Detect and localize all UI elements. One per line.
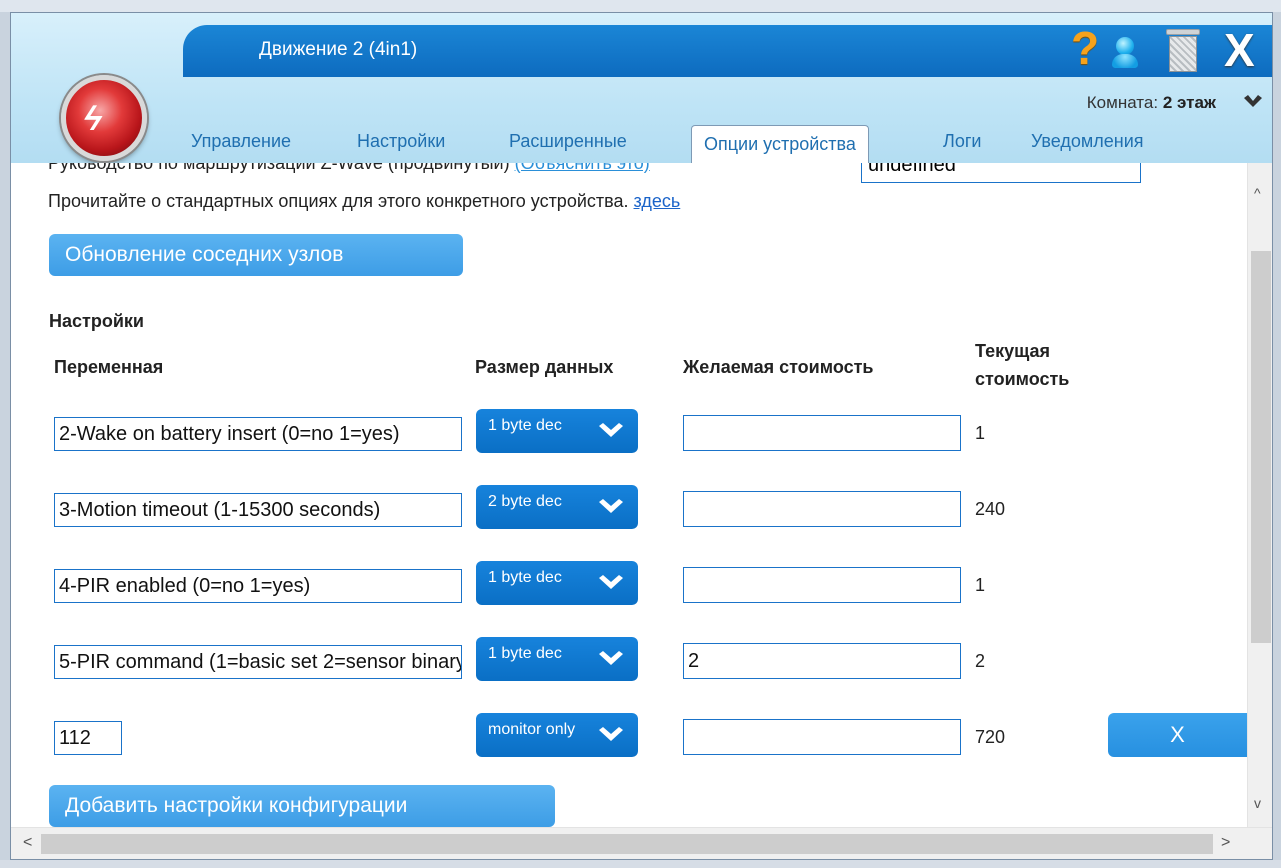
current-value: 2 xyxy=(975,651,986,671)
desired-value-field[interactable] xyxy=(683,491,961,527)
table-row: 112 monitor only 720 X xyxy=(11,713,1247,757)
data-size-value: monitor only xyxy=(488,721,576,738)
data-size-select[interactable]: monitor only xyxy=(476,713,638,757)
routing-guide-line: Руководство по маршрутизации Z-Wave (про… xyxy=(48,163,650,174)
background-right xyxy=(1273,12,1281,868)
current-value: 1 xyxy=(975,423,986,443)
routing-guide-text: Руководство по маршрутизации Z-Wave (про… xyxy=(48,163,515,173)
column-header-data-size: Размер данных xyxy=(475,357,614,377)
close-icon[interactable]: X xyxy=(1224,23,1255,77)
tab-settings[interactable]: Настройки xyxy=(357,131,445,152)
title-bar[interactable]: Движение 2 (4in1) xyxy=(183,25,1272,77)
chevron-down-icon xyxy=(599,727,623,741)
current-value: 1 xyxy=(975,575,986,595)
info-line: Прочитайте о стандартных опциях для этог… xyxy=(48,191,680,212)
scroll-right-icon[interactable]: > xyxy=(1221,834,1230,852)
running-man-icon: ϟ xyxy=(79,100,108,138)
background-left xyxy=(0,12,10,868)
chevron-down-icon xyxy=(599,651,623,665)
update-neighbors-button[interactable]: Обновление соседних узлов xyxy=(49,234,463,276)
room-value: 2 этаж xyxy=(1162,93,1216,112)
table-row: 3-Motion timeout (1-15300 seconds) 2 byt… xyxy=(11,485,1247,529)
window-title: Движение 2 (4in1) xyxy=(259,39,418,60)
tab-control[interactable]: Управление xyxy=(191,131,291,152)
current-value: 720 xyxy=(975,727,1006,747)
column-header-desired: Желаемая стоимость xyxy=(683,357,874,377)
data-size-select[interactable]: 1 byte dec xyxy=(476,637,638,681)
vertical-scroll-thumb[interactable] xyxy=(1251,251,1271,643)
desired-value-field[interactable]: 2 xyxy=(683,643,961,679)
variable-field[interactable]: 112 xyxy=(54,721,122,755)
scroll-left-icon[interactable]: < xyxy=(23,834,32,852)
chevron-down-icon xyxy=(599,499,623,513)
device-window: Движение 2 (4in1) ϟ ? X Комната: 2 этаж … xyxy=(10,12,1273,860)
chevron-down-icon[interactable] xyxy=(1242,91,1264,113)
desired-value-field[interactable] xyxy=(683,415,961,451)
background-top xyxy=(0,0,1281,12)
trash-icon[interactable] xyxy=(1166,29,1200,73)
data-size-select[interactable]: 2 byte dec xyxy=(476,485,638,529)
variable-field[interactable]: 4-PIR enabled (0=no 1=yes) xyxy=(54,569,462,603)
desired-value-field[interactable] xyxy=(683,567,961,603)
here-link[interactable]: здесь xyxy=(634,191,681,211)
variable-field[interactable]: 5-PIR command (1=basic set 2=sensor bina… xyxy=(54,645,462,679)
room-label: Комната: xyxy=(1086,93,1159,112)
table-row: 4-PIR enabled (0=no 1=yes) 1 byte dec 1 xyxy=(11,561,1247,605)
horizontal-scroll-thumb[interactable] xyxy=(41,834,1213,854)
tab-device-options[interactable]: Опции устройства xyxy=(691,125,869,165)
column-header-variable: Переменная xyxy=(54,357,164,377)
help-icon[interactable]: ? xyxy=(1071,21,1099,75)
scroll-down-icon[interactable]: v xyxy=(1254,795,1261,811)
data-size-value: 1 byte dec xyxy=(488,569,562,586)
tab-notifications[interactable]: Уведомления xyxy=(1031,131,1144,152)
column-header-current-line1: Текущая xyxy=(975,341,1051,361)
explain-link[interactable]: (Объяснить это) xyxy=(515,163,650,173)
data-size-value: 1 byte dec xyxy=(488,417,562,434)
table-row: 5-PIR command (1=basic set 2=sensor bina… xyxy=(11,637,1247,681)
tab-advanced[interactable]: Расширенные xyxy=(509,131,627,152)
data-size-select[interactable]: 1 byte dec xyxy=(476,409,638,453)
device-logo-icon: ϟ xyxy=(61,75,147,161)
variable-field[interactable]: 2-Wake on battery insert (0=no 1=yes) xyxy=(54,417,462,451)
data-size-select[interactable]: 1 byte dec xyxy=(476,561,638,605)
info-text: Прочитайте о стандартных опциях для этог… xyxy=(48,191,634,211)
window-header: Движение 2 (4in1) ϟ ? X Комната: 2 этаж … xyxy=(11,13,1272,165)
add-config-button[interactable]: Добавить настройки конфигурации xyxy=(49,785,555,827)
room-indicator[interactable]: Комната: 2 этаж xyxy=(1087,93,1216,113)
delete-row-button[interactable]: X xyxy=(1108,713,1247,757)
scroll-up-icon[interactable]: ^ xyxy=(1254,185,1261,201)
desired-value-field[interactable] xyxy=(683,719,961,755)
background-bottom xyxy=(0,860,1281,868)
chevron-down-icon xyxy=(599,575,623,589)
user-icon[interactable] xyxy=(1112,37,1138,71)
chevron-down-icon xyxy=(599,423,623,437)
section-title: Настройки xyxy=(49,311,144,331)
data-size-value: 2 byte dec xyxy=(488,493,562,510)
column-header-current-line2: стоимость xyxy=(975,369,1070,389)
vertical-scrollbar[interactable]: ^ v xyxy=(1247,163,1272,827)
device-options-panel: Руководство по маршрутизации Z-Wave (про… xyxy=(11,163,1247,827)
routing-value-field[interactable]: undefined xyxy=(861,163,1141,183)
horizontal-scrollbar[interactable]: < > xyxy=(11,827,1272,859)
data-size-value: 1 byte dec xyxy=(488,645,562,662)
table-row: 2-Wake on battery insert (0=no 1=yes) 1 … xyxy=(11,409,1247,453)
current-value: 240 xyxy=(975,499,1006,519)
tab-logs[interactable]: Логи xyxy=(943,131,981,152)
column-header-current: Текущая стоимость xyxy=(975,337,1069,393)
variable-field[interactable]: 3-Motion timeout (1-15300 seconds) xyxy=(54,493,462,527)
